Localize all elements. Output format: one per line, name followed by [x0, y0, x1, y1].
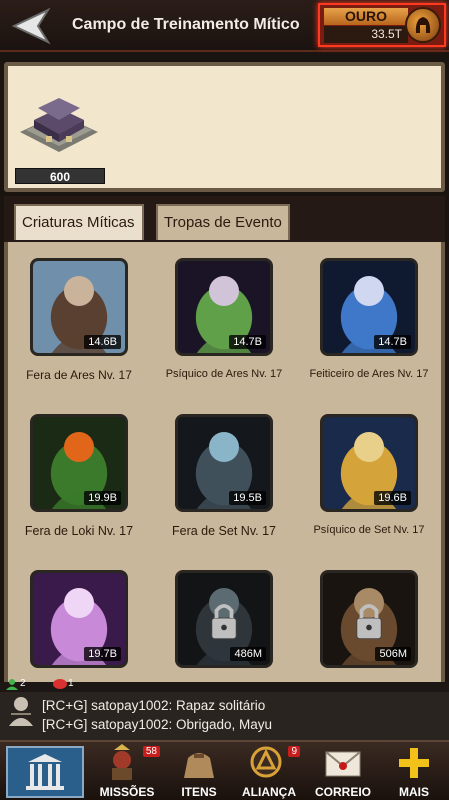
gold-value: 33.5T	[324, 26, 408, 43]
items-bag-icon	[184, 753, 214, 778]
creature-portrait[interactable]: 19.6B	[320, 414, 418, 512]
building-level: 600	[15, 168, 105, 184]
nav-mail-label: CORREIO	[314, 785, 371, 799]
creature-portrait[interactable]: 14.7B	[175, 258, 273, 356]
nav-items[interactable]: ITENS	[168, 744, 230, 800]
chat-message: [RC+G] satopay1002: Rapaz solitário	[42, 698, 266, 713]
creature-power: 14.7B	[374, 335, 411, 349]
creature-card[interactable]: 19.7B	[8, 570, 150, 682]
creature-power: 486M	[230, 647, 266, 661]
creature-portrait[interactable]: 14.7B	[320, 258, 418, 356]
creature-power: 19.5B	[229, 491, 266, 505]
chat-message: [RC+G] satopay1002: Obrigado, Mayu	[42, 717, 273, 732]
tab-event-troops[interactable]: Tropas de Evento	[156, 204, 290, 240]
creature-power: 506M	[375, 647, 411, 661]
message-count: 1	[68, 678, 74, 689]
creature-card[interactable]: 506M	[298, 570, 440, 682]
back-button[interactable]	[8, 6, 56, 46]
online-count: 2	[20, 678, 26, 689]
nav-items-label: ITENS	[181, 785, 217, 799]
creature-portrait[interactable]: 14.6B	[30, 258, 128, 356]
online-users-icon	[6, 679, 18, 690]
nav-alliance[interactable]: 9 ALIANÇA	[236, 744, 302, 800]
gold-label: OURO	[324, 8, 408, 25]
training-camp-building-image	[16, 92, 102, 164]
creature-power: 19.6B	[374, 491, 411, 505]
building-panel: 600	[4, 62, 445, 192]
creature-power: 14.7B	[229, 335, 266, 349]
page-title: Campo de Treinamento Mítico	[72, 16, 300, 33]
tab-bar: Criaturas Míticas Tropas de Evento	[4, 196, 445, 242]
mail-envelope-icon	[325, 751, 361, 777]
creature-name: Fera de Ares Nv. 17	[26, 368, 132, 382]
temple-icon	[26, 754, 64, 790]
bottom-navigation: 58 MISSÕES ITENS 9 ALIANÇA CORREIO MAIS	[0, 740, 449, 800]
plus-icon	[399, 748, 429, 778]
nav-more[interactable]: MAIS	[384, 744, 444, 800]
creature-card[interactable]: 19.9B Fera de Loki Nv. 17	[8, 414, 150, 564]
nav-alliance-label: ALIANÇA	[242, 785, 296, 799]
creature-portrait[interactable]: 19.5B	[175, 414, 273, 512]
nav-mail[interactable]: CORREIO	[308, 744, 378, 800]
creature-power: 19.9B	[84, 491, 121, 505]
creature-power: 14.6B	[84, 335, 121, 349]
creature-name: Fera de Set Nv. 17	[172, 524, 276, 538]
nav-missions-label: MISSÕES	[99, 785, 155, 799]
spartan-helmet-icon	[405, 7, 441, 43]
creature-card[interactable]: 19.6B Psíquico de Set Nv. 17	[298, 414, 440, 564]
gold-resource-panel[interactable]: OURO 33.5T	[318, 3, 446, 47]
creature-card[interactable]: 14.7B Feiticeiro de Ares Nv. 17	[298, 258, 440, 408]
creature-portrait[interactable]: 19.9B	[30, 414, 128, 512]
creature-card[interactable]: 14.7B Psíquico de Ares Nv. 17	[153, 258, 295, 408]
top-bar: Campo de Treinamento Mítico OURO 33.5T	[0, 0, 449, 52]
creature-card[interactable]: 19.5B Fera de Set Nv. 17	[153, 414, 295, 564]
missions-badge: 58	[142, 746, 160, 757]
nav-missions[interactable]: 58 MISSÕES	[92, 744, 162, 800]
creature-name: Psíquico de Set Nv. 17	[313, 524, 425, 536]
creature-grid: 14.6B Fera de Ares Nv. 17 14.7B Psíquico de…	[4, 242, 445, 682]
chat-header-strip: 2 1	[0, 678, 449, 692]
chat-avatar-icon	[9, 697, 33, 726]
nav-more-label: MAIS	[399, 785, 429, 799]
creature-card[interactable]: 14.6B Fera de Ares Nv. 17	[8, 258, 150, 408]
creature-portrait[interactable]: 506M	[320, 570, 418, 668]
chat-bar[interactable]: 2 1 [RC+G] satopay1002: Rapaz solitário …	[0, 678, 449, 740]
creature-name: Fera de Loki Nv. 17	[24, 524, 134, 538]
home-button[interactable]	[6, 746, 84, 798]
creature-name: Feiticeiro de Ares Nv. 17	[309, 368, 429, 380]
back-arrow-icon	[11, 7, 51, 45]
creature-portrait[interactable]: 486M	[175, 570, 273, 668]
creature-power: 19.7B	[84, 647, 121, 661]
creature-portrait[interactable]: 19.7B	[30, 570, 128, 668]
tab-mythic-creatures[interactable]: Criaturas Míticas	[14, 204, 144, 240]
message-bubble-icon	[53, 679, 67, 689]
alliance-badge: 9	[288, 746, 300, 757]
creature-card[interactable]: 486M	[153, 570, 295, 682]
creature-name: Psíquico de Ares Nv. 17	[165, 368, 283, 380]
